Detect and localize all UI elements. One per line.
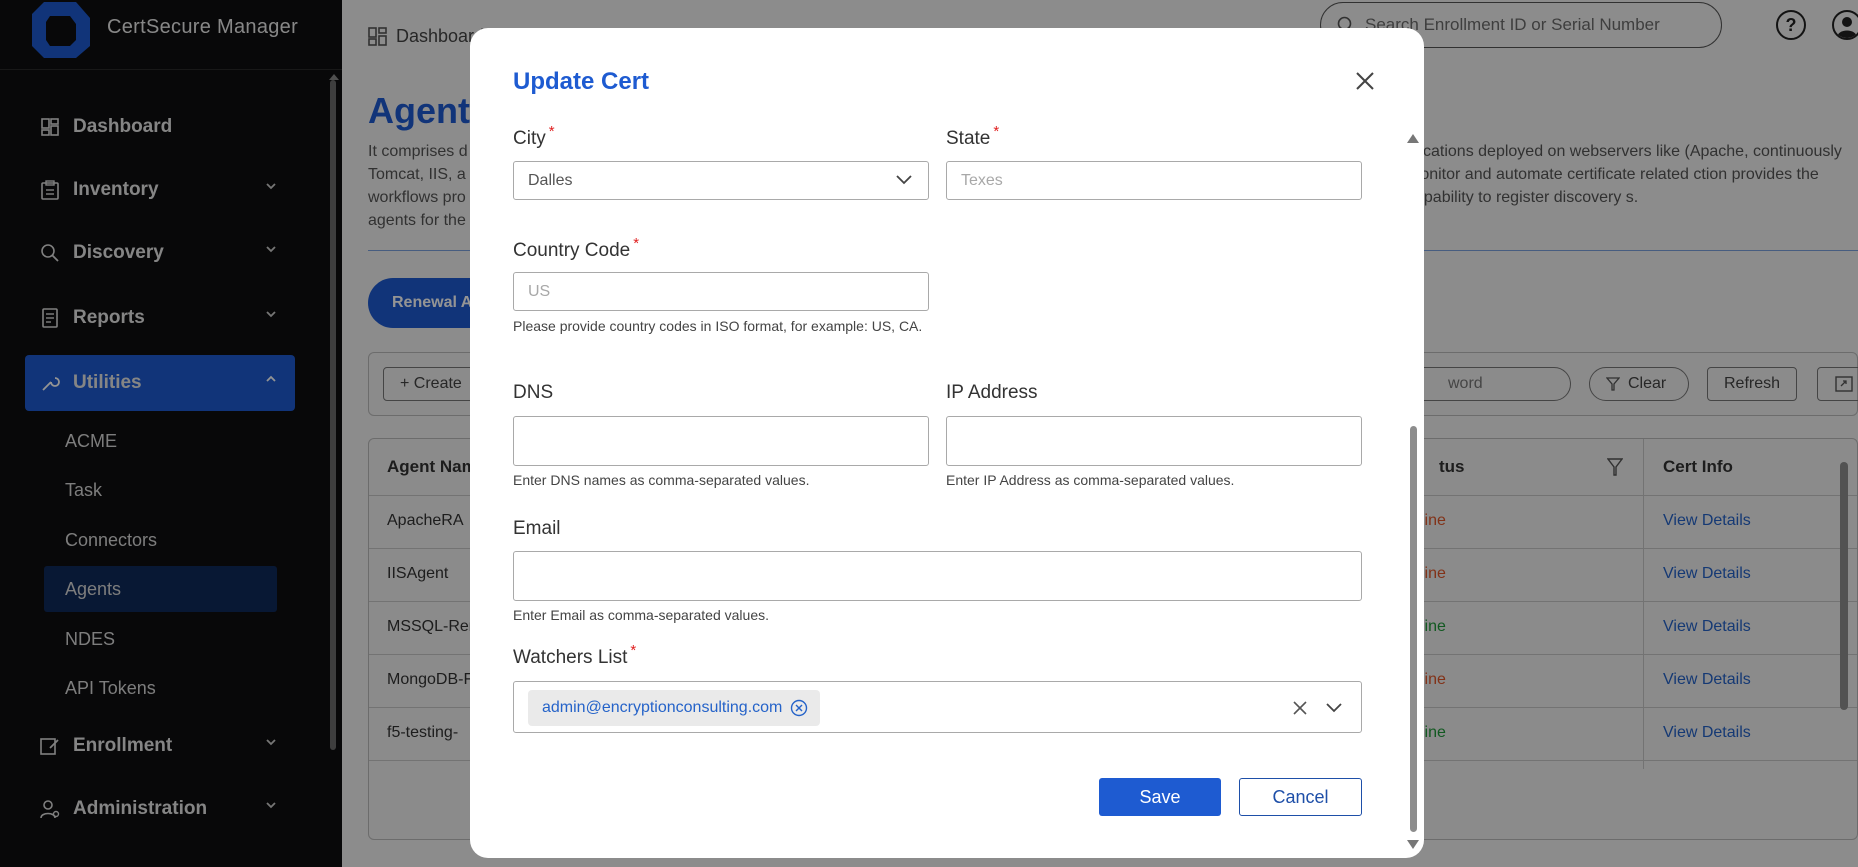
required-marker: * — [993, 123, 1000, 140]
country-code-label: Country Code * — [513, 235, 639, 262]
dns-input[interactable] — [513, 416, 929, 466]
city-label: City * — [513, 123, 555, 150]
country-code-placeholder: US — [528, 282, 551, 300]
email-input[interactable] — [513, 551, 1362, 601]
email-hint: Enter Email as comma-separated values. — [513, 607, 769, 623]
country-code-input[interactable]: US — [513, 272, 929, 311]
country-code-label-text: Country Code — [513, 240, 631, 261]
state-input[interactable]: Texes — [946, 161, 1362, 200]
dns-hint: Enter DNS names as comma-separated value… — [513, 472, 810, 488]
ip-address-label: IP Address — [946, 382, 1038, 403]
update-cert-dialog: Update Cert City * Dalles State * Texes Co… — [470, 28, 1424, 858]
save-button[interactable]: Save — [1099, 778, 1221, 816]
required-marker: * — [633, 235, 640, 252]
remove-chip-icon[interactable] — [790, 699, 808, 717]
watchers-list-label: Watchers List * — [513, 642, 636, 669]
city-select[interactable]: Dalles — [513, 161, 929, 200]
ip-address-input[interactable] — [946, 416, 1362, 466]
watchers-label-text: Watchers List — [513, 647, 628, 668]
watcher-chip: admin@encryptionconsulting.com — [528, 690, 821, 726]
state-label: State * — [946, 123, 999, 150]
scroll-down-icon[interactable] — [1407, 840, 1419, 849]
clear-selection-icon[interactable] — [1292, 700, 1308, 716]
watchers-multiselect[interactable]: admin@encryptionconsulting.com — [513, 681, 1362, 733]
ip-address-hint: Enter IP Address as comma-separated valu… — [946, 472, 1235, 488]
close-icon[interactable] — [1352, 68, 1378, 94]
required-marker: * — [630, 642, 637, 659]
watcher-chip-label: admin@encryptionconsulting.com — [542, 699, 783, 716]
scroll-up-icon[interactable] — [1407, 134, 1419, 143]
cancel-button[interactable]: Cancel — [1239, 778, 1362, 816]
dns-label: DNS — [513, 382, 554, 403]
state-placeholder: Texes — [961, 171, 1003, 189]
city-label-text: City — [513, 128, 546, 149]
dialog-title: Update Cert — [513, 68, 650, 95]
required-marker: * — [548, 123, 555, 140]
city-value: Dalles — [528, 171, 573, 189]
email-label: Email — [513, 518, 561, 539]
chevron-down-icon — [896, 175, 912, 185]
chevron-down-icon[interactable] — [1326, 703, 1342, 713]
state-label-text: State — [946, 128, 991, 149]
dialog-scrollbar[interactable] — [1410, 426, 1417, 832]
country-code-hint: Please provide country codes in ISO form… — [513, 318, 923, 334]
